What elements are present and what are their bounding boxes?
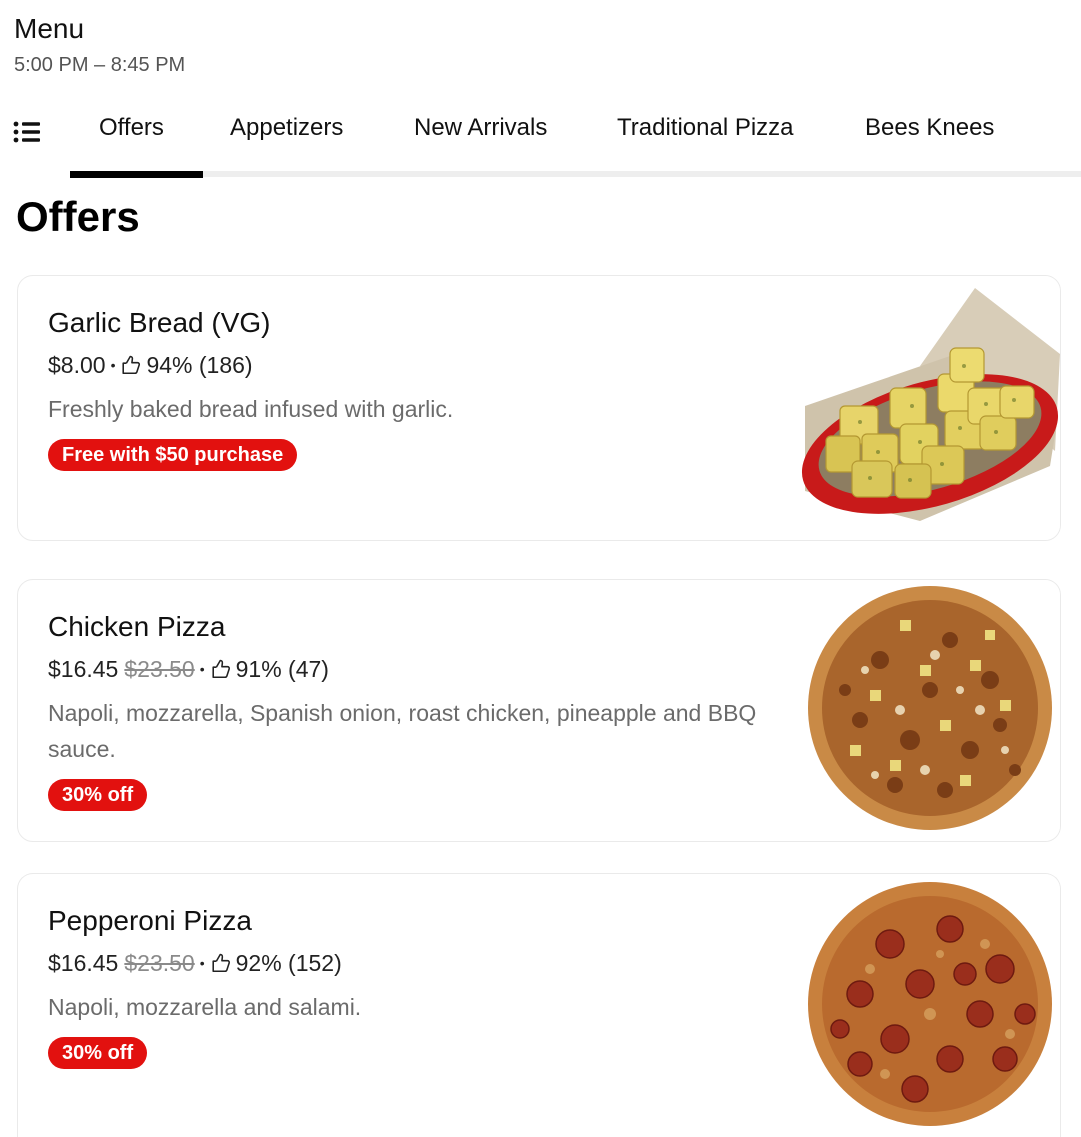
section-title: Offers xyxy=(16,193,140,240)
item-price: $16.45 xyxy=(48,950,119,976)
item-name: Garlic Bread (VG) xyxy=(48,307,271,338)
tab-bees-knees[interactable]: Bees Knees xyxy=(865,112,994,144)
tab-offers[interactable]: Offers xyxy=(99,112,164,144)
category-tabbar: Offers Appetizers New Arrivals Tradition… xyxy=(0,100,1081,180)
garlic-bread-image xyxy=(800,276,1060,540)
original-price: $23.50 xyxy=(124,656,195,682)
tab-new-arrivals[interactable]: New Arrivals xyxy=(414,112,547,144)
price-row: $8.00 • 94% (186) xyxy=(48,351,788,379)
offer-badge: 30% off xyxy=(48,1037,148,1069)
item-rating: 91% (47) xyxy=(235,656,329,682)
menu-item-info: Garlic Bread (VG) $8.00 • 94% (186) Fres… xyxy=(48,306,788,471)
menu-item-card[interactable]: Pepperoni Pizza $16.45 $23.50 • 92% (152… xyxy=(17,873,1061,1137)
offer-badge: Free with $50 purchase xyxy=(48,439,298,471)
item-description: Freshly baked bread infused with garlic. xyxy=(48,396,454,422)
item-price: $16.45 xyxy=(48,656,119,682)
original-price: $23.50 xyxy=(124,950,195,976)
pepperoni-pizza-image xyxy=(800,874,1060,1137)
menu-item-card[interactable]: Garlic Bread (VG) $8.00 • 94% (186) Fres… xyxy=(17,275,1061,541)
menu-item-info: Pepperoni Pizza $16.45 $23.50 • 92% (152… xyxy=(48,904,788,1069)
item-name: Chicken Pizza xyxy=(48,611,226,642)
offer-badge: 30% off xyxy=(48,779,148,811)
item-rating: 92% (152) xyxy=(235,950,342,976)
menu-header: Menu 5:00 PM – 8:45 PM xyxy=(14,12,185,78)
menu-title: Menu xyxy=(14,13,85,44)
chicken-pizza-image xyxy=(800,580,1060,841)
list-menu-icon[interactable] xyxy=(12,120,44,144)
item-rating: 94% (186) xyxy=(146,352,253,378)
thumbs-up-icon xyxy=(212,659,230,679)
item-description: Napoli, mozzarella, Spanish onion, roast… xyxy=(48,700,757,762)
tab-appetizers[interactable]: Appetizers xyxy=(230,112,343,144)
active-tab-indicator xyxy=(70,171,203,178)
item-description: Napoli, mozzarella and salami. xyxy=(48,994,362,1020)
separator-dot: • xyxy=(110,357,116,373)
separator-dot: • xyxy=(199,955,205,971)
price-row: $16.45 $23.50 • 91% (47) xyxy=(48,655,788,683)
item-price: $8.00 xyxy=(48,352,106,378)
thumbs-up-icon xyxy=(122,355,141,375)
separator-dot: • xyxy=(199,661,205,677)
menu-hours: 5:00 PM – 8:45 PM xyxy=(14,54,186,76)
tab-traditional-pizza[interactable]: Traditional Pizza xyxy=(617,112,794,144)
thumbs-up-icon xyxy=(212,953,230,973)
chicken-pizza-illustration xyxy=(800,580,1060,841)
pepperoni-pizza-illustration xyxy=(800,874,1060,1137)
menu-item-card[interactable]: Chicken Pizza $16.45 $23.50 • 91% (47) N… xyxy=(17,579,1061,842)
garlic-bread-illustration xyxy=(800,276,1060,540)
price-row: $16.45 $23.50 • 92% (152) xyxy=(48,949,788,977)
tab-track xyxy=(202,171,1081,177)
item-name: Pepperoni Pizza xyxy=(48,905,252,936)
menu-item-info: Chicken Pizza $16.45 $23.50 • 91% (47) N… xyxy=(48,610,788,811)
